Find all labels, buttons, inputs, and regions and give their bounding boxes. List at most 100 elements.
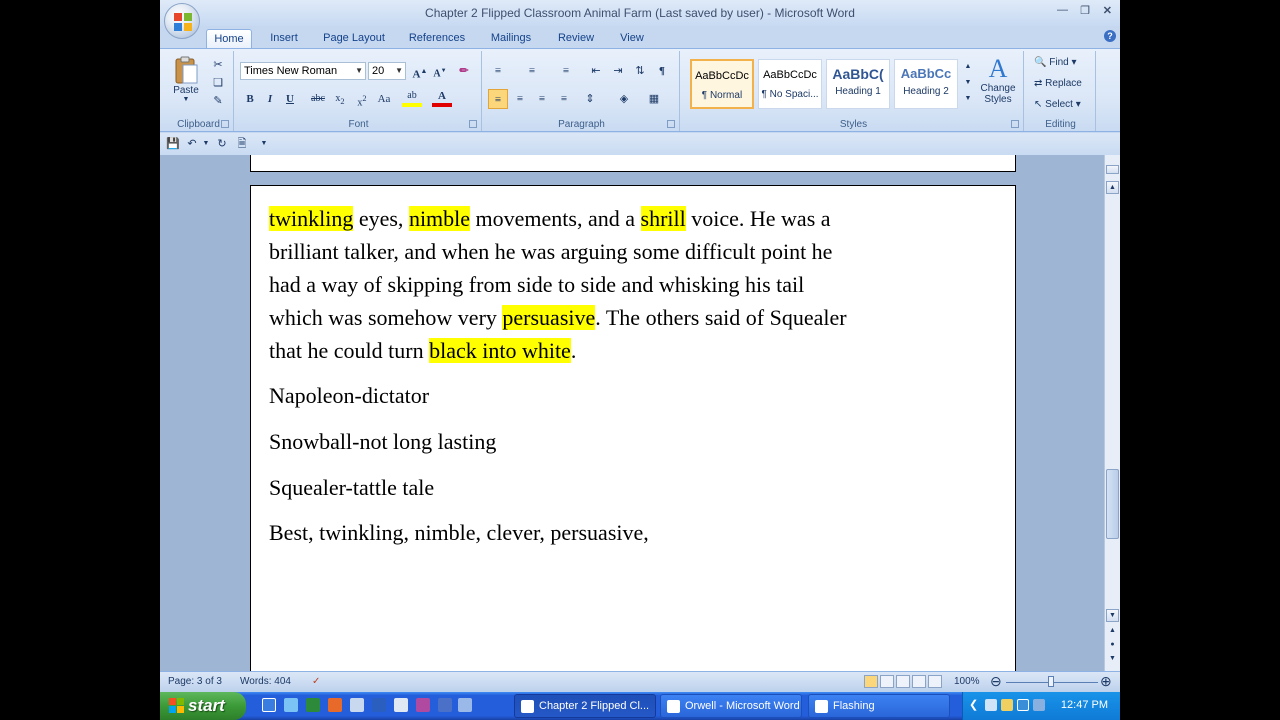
clear-formatting-icon[interactable]: ✏ bbox=[454, 61, 474, 81]
line-napoleon[interactable]: Napoleon-dictator bbox=[269, 379, 429, 412]
highlighted-text[interactable]: nimble bbox=[408, 206, 471, 231]
tray-expand-icon[interactable]: ❮ bbox=[969, 698, 981, 712]
taskbar-item-flashing[interactable]: Flashing bbox=[808, 694, 950, 718]
paragraph-line[interactable]: brilliant talker, and when he was arguin… bbox=[269, 235, 832, 268]
line-snowball[interactable]: Snowball-not long lasting bbox=[269, 425, 496, 458]
start-button[interactable]: start bbox=[160, 692, 246, 720]
find-button[interactable]: 🔍 Find ▾ bbox=[1034, 57, 1077, 68]
styles-launcher-icon[interactable] bbox=[1011, 120, 1019, 128]
style-normal[interactable]: AaBbCcDc ¶ Normal bbox=[690, 59, 754, 109]
proofing-icon[interactable]: ✓ bbox=[312, 676, 320, 687]
paragraph-launcher-icon[interactable] bbox=[667, 120, 675, 128]
font-name-combo[interactable]: Times New Roman ▼ bbox=[240, 62, 366, 80]
quicklaunch-app-icon[interactable] bbox=[328, 698, 342, 712]
borders-icon[interactable]: ▦ bbox=[644, 89, 664, 109]
text-run[interactable]: had a way of skipping from side to side … bbox=[269, 272, 804, 297]
bullets-icon[interactable]: ≡ bbox=[488, 61, 508, 81]
close-button[interactable]: ✕ bbox=[1103, 4, 1112, 17]
clock[interactable]: 12:47 PM bbox=[1061, 699, 1108, 711]
help-icon[interactable]: ? bbox=[1104, 30, 1116, 42]
previous-page-icon[interactable]: ▲ bbox=[1106, 625, 1119, 638]
style-heading-2[interactable]: AaBbCc Heading 2 bbox=[894, 59, 958, 109]
document-page[interactable]: twinkling eyes, nimble movements, and a … bbox=[250, 185, 1016, 671]
highlighted-text[interactable]: twinkling bbox=[269, 206, 354, 231]
highlighted-text[interactable]: shrill bbox=[640, 206, 686, 231]
quicklaunch-media-icon[interactable] bbox=[350, 698, 364, 712]
change-styles-button[interactable]: A Change Styles bbox=[976, 55, 1020, 113]
vertical-scrollbar[interactable]: ▲ ▼ ▲ ● ▼ bbox=[1104, 155, 1120, 671]
taskbar-item-chapter2[interactable]: Chapter 2 Flipped Cl... bbox=[514, 694, 656, 718]
format-painter-icon[interactable]: ✎ bbox=[208, 91, 228, 111]
superscript-icon[interactable]: x2 bbox=[352, 89, 372, 109]
clipboard-launcher-icon[interactable] bbox=[221, 120, 229, 128]
redo-icon[interactable]: ↻ bbox=[216, 138, 228, 150]
select-button[interactable]: ↖ Select ▾ bbox=[1034, 99, 1081, 110]
align-right-icon[interactable]: ≡ bbox=[532, 89, 552, 109]
copy-icon[interactable]: ❏ bbox=[208, 73, 228, 93]
align-center-icon[interactable]: ≡ bbox=[510, 89, 530, 109]
quicklaunch-onenote-icon[interactable] bbox=[416, 698, 430, 712]
zoom-level[interactable]: 100% bbox=[954, 676, 980, 687]
office-button[interactable] bbox=[164, 3, 200, 39]
tab-home[interactable]: Home bbox=[206, 29, 252, 48]
sort-icon[interactable]: ⇅ bbox=[630, 61, 650, 81]
styles-scroll-icon[interactable]: ▲ ▼ ▼ bbox=[962, 59, 974, 109]
web-layout-icon[interactable] bbox=[896, 675, 910, 688]
tab-review[interactable]: Review bbox=[552, 29, 600, 48]
full-screen-reading-icon[interactable] bbox=[880, 675, 894, 688]
show-formatting-icon[interactable]: ¶ bbox=[652, 61, 672, 81]
tab-page-layout[interactable]: Page Layout bbox=[318, 29, 390, 48]
highlighted-text[interactable]: persuasive bbox=[502, 305, 596, 330]
zoom-in-icon[interactable]: ⊕ bbox=[1100, 673, 1112, 690]
quicklaunch-folder-icon[interactable] bbox=[458, 698, 472, 712]
underline-icon[interactable]: U bbox=[280, 89, 300, 109]
outline-view-icon[interactable] bbox=[912, 675, 926, 688]
quicklaunch-word-icon[interactable] bbox=[372, 698, 386, 712]
text-run[interactable]: eyes, bbox=[353, 206, 409, 231]
quicklaunch-paint-icon[interactable] bbox=[394, 698, 408, 712]
tray-volume-icon[interactable] bbox=[1033, 699, 1045, 711]
replace-button[interactable]: ⇄ Replace bbox=[1034, 78, 1082, 89]
text-run[interactable]: which was somehow very bbox=[269, 305, 502, 330]
paste-button[interactable]: Paste ▼ bbox=[170, 55, 202, 105]
style-no-spacing[interactable]: AaBbCcDc ¶ No Spaci... bbox=[758, 59, 822, 109]
print-layout-view-icon[interactable] bbox=[864, 675, 878, 688]
text-run[interactable]: voice. He was a bbox=[686, 206, 830, 231]
text-run[interactable]: movements, and a bbox=[470, 206, 640, 231]
minimize-button[interactable]: — bbox=[1057, 4, 1068, 16]
scrollbar-thumb[interactable] bbox=[1106, 469, 1119, 539]
font-color-icon[interactable]: A bbox=[432, 89, 452, 107]
scroll-down-icon[interactable]: ▼ bbox=[1106, 609, 1119, 622]
paragraph-line[interactable]: that he could turn black into white. bbox=[269, 334, 576, 367]
chevron-down-icon[interactable]: ▼ bbox=[200, 138, 212, 150]
shrink-font-icon[interactable]: A▼ bbox=[430, 61, 450, 81]
italic-icon[interactable]: I bbox=[260, 89, 280, 109]
restore-button[interactable]: ❐ bbox=[1080, 4, 1090, 17]
multilevel-list-icon[interactable]: ≡ bbox=[556, 61, 576, 81]
select-browse-object-icon[interactable]: ● bbox=[1106, 639, 1119, 652]
paragraph-line[interactable]: twinkling eyes, nimble movements, and a … bbox=[269, 202, 831, 235]
highlighted-text[interactable]: black into white bbox=[429, 338, 571, 363]
quicklaunch-ie-icon[interactable] bbox=[262, 698, 276, 712]
line-spacing-icon[interactable]: ⇕ bbox=[580, 89, 600, 109]
draft-view-icon[interactable] bbox=[928, 675, 942, 688]
line-vocabulary[interactable]: Best, twinkling, nimble, clever, persuas… bbox=[269, 516, 649, 549]
font-size-combo[interactable]: 20 ▼ bbox=[368, 62, 406, 80]
highlight-color-icon[interactable]: ab bbox=[402, 89, 422, 107]
next-page-icon[interactable]: ▼ bbox=[1106, 653, 1119, 666]
tab-insert[interactable]: Insert bbox=[262, 29, 306, 48]
quicklaunch-desktop-icon[interactable] bbox=[438, 698, 452, 712]
ruler-toggle-icon[interactable] bbox=[1106, 165, 1119, 174]
page-count[interactable]: Page: 3 of 3 bbox=[168, 676, 222, 687]
strikethrough-icon[interactable]: abc bbox=[308, 89, 328, 109]
align-left-icon[interactable]: ≡ bbox=[488, 89, 508, 109]
new-document-icon[interactable]: 🗎 bbox=[236, 138, 248, 150]
tab-mailings[interactable]: Mailings bbox=[482, 29, 540, 48]
text-run[interactable]: that he could turn bbox=[269, 338, 429, 363]
text-run[interactable]: . The others said of Squealer bbox=[595, 305, 846, 330]
font-launcher-icon[interactable] bbox=[469, 120, 477, 128]
word-count[interactable]: Words: 404 bbox=[240, 676, 291, 687]
quicklaunch-excel-icon[interactable] bbox=[306, 698, 320, 712]
save-icon[interactable]: 💾 bbox=[166, 138, 180, 150]
cut-icon[interactable]: ✂ bbox=[208, 55, 228, 75]
